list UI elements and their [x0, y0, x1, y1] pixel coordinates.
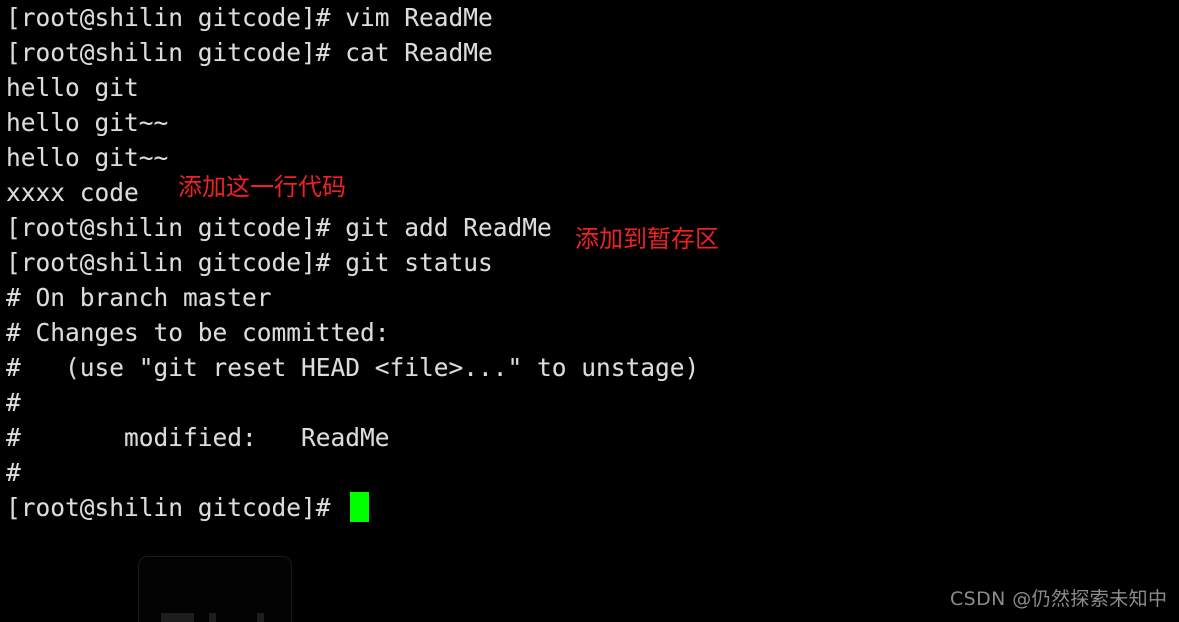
terminal-line: [root@shilin gitcode]# git add ReadMe: [6, 213, 552, 242]
terminal-line: hello git~~: [6, 143, 169, 172]
csdn-watermark: CSDN @仍然探索未知中: [950, 588, 1168, 610]
terminal-line: # Changes to be committed:: [6, 318, 390, 347]
terminal-line: [root@shilin gitcode]# vim ReadMe: [6, 3, 493, 32]
panel-glyph-block: [209, 613, 216, 622]
annotation-added-to-staging-area: 添加到暂存区: [575, 225, 719, 253]
partially-visible-panel-content: [139, 608, 291, 622]
partially-visible-panel: [138, 556, 292, 622]
terminal-line: [root@shilin gitcode]# git status: [6, 248, 493, 277]
terminal-line: # (use "git reset HEAD <file>..." to uns…: [6, 353, 700, 382]
panel-glyph-block: [257, 613, 264, 622]
terminal-line: # On branch master: [6, 283, 272, 312]
terminal-screenshot: [root@shilin gitcode]# vim ReadMe [root@…: [0, 0, 1179, 622]
terminal-line: # modified: ReadMe: [6, 423, 390, 452]
terminal-prompt-line: [root@shilin gitcode]#: [6, 493, 346, 522]
terminal-line: [root@shilin gitcode]# cat ReadMe: [6, 38, 493, 67]
terminal-line: xxxx code: [6, 178, 139, 207]
terminal-cursor: [350, 492, 369, 522]
terminal-output-area[interactable]: [root@shilin gitcode]# vim ReadMe [root@…: [0, 0, 1179, 622]
terminal-line: #: [6, 388, 21, 417]
terminal-line: hello git~~: [6, 108, 169, 137]
terminal-line: #: [6, 458, 21, 487]
annotation-added-line: 添加这一行代码: [178, 173, 346, 201]
panel-glyph-block: [161, 613, 194, 622]
terminal-line: hello git: [6, 73, 139, 102]
